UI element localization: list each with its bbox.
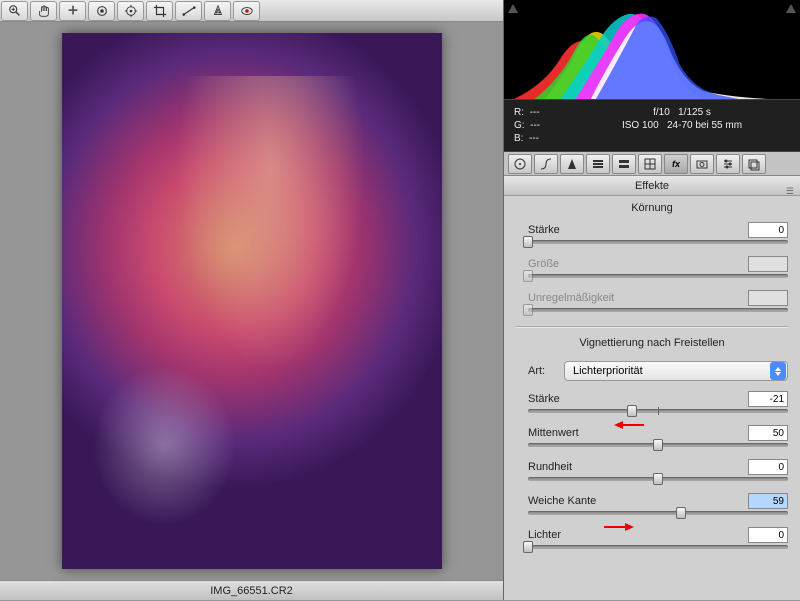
divider — [516, 326, 788, 327]
tab-fx[interactable]: fx — [664, 154, 688, 174]
exif-readout: R: --- G: --- B: --- f/10 1/125 s ISO 10… — [504, 100, 800, 152]
vignette-style-select[interactable]: Lichterpriorität — [564, 361, 788, 381]
tab-lens[interactable] — [638, 154, 662, 174]
iso-value: ISO 100 — [622, 120, 659, 131]
histogram[interactable] — [504, 0, 800, 100]
shutter-value: 1/125 s — [678, 107, 711, 118]
tab-split[interactable] — [612, 154, 636, 174]
g-label: G: — [514, 120, 525, 131]
tab-basic[interactable] — [508, 154, 532, 174]
panel-menu-icon[interactable]: ☰ — [786, 181, 794, 201]
g-value: --- — [530, 120, 540, 131]
tab-snapshots[interactable] — [742, 154, 766, 174]
grain-rough-label: Unregelmäßigkeit — [528, 292, 614, 304]
vignette-header: Vignettierung nach Freistellen — [504, 331, 800, 355]
vignette-midpoint-label: Mittenwert — [528, 427, 579, 439]
panel-tabs: fx — [504, 152, 800, 176]
vignette-midpoint-slider[interactable] — [528, 443, 788, 447]
vignette-feather-slider[interactable] — [528, 511, 788, 515]
effects-panel-header: Effekte ☰ — [504, 176, 800, 196]
vignette-highlights-input[interactable] — [748, 527, 788, 543]
grain-strength-label: Stärke — [528, 224, 560, 236]
grain-strength-input[interactable] — [748, 222, 788, 238]
vignette-roundness-slider[interactable] — [528, 477, 788, 481]
straighten-tool[interactable] — [175, 1, 202, 21]
aperture-value: f/10 — [653, 107, 670, 118]
preview-image — [62, 33, 442, 569]
tab-hsl[interactable] — [586, 154, 610, 174]
filename-bar: IMG_66551.CR2 — [0, 580, 503, 600]
b-label: B: — [514, 133, 523, 144]
main-toolbar — [0, 0, 503, 22]
vignette-art-label: Art: — [528, 365, 564, 377]
tab-curve[interactable] — [534, 154, 558, 174]
tab-camera[interactable] — [690, 154, 714, 174]
spot-removal-tool[interactable] — [204, 1, 231, 21]
vignette-strength-label: Stärke — [528, 393, 560, 405]
vignette-roundness-label: Rundheit — [528, 461, 572, 473]
color-sampler-tool[interactable] — [88, 1, 115, 21]
lens-value: 24-70 bei 55 mm — [667, 120, 742, 131]
vignette-feather-input[interactable] — [748, 493, 788, 509]
r-value: --- — [530, 107, 540, 118]
zoom-tool[interactable] — [1, 1, 28, 21]
vignette-highlights-label: Lichter — [528, 529, 561, 541]
b-value: --- — [529, 133, 539, 144]
grain-rough-input — [748, 290, 788, 306]
redeye-tool[interactable] — [233, 1, 260, 21]
grain-size-slider — [528, 274, 788, 278]
vignette-roundness-input[interactable] — [748, 459, 788, 475]
dropdown-arrows-icon — [770, 362, 786, 380]
grain-strength-slider[interactable] — [528, 240, 788, 244]
vignette-strength-slider[interactable] — [528, 409, 788, 413]
vignette-feather-label: Weiche Kante — [528, 495, 596, 507]
vignette-strength-input[interactable] — [748, 391, 788, 407]
white-balance-tool[interactable] — [59, 1, 86, 21]
crop-tool[interactable] — [146, 1, 173, 21]
tab-presets[interactable] — [716, 154, 740, 174]
vignette-midpoint-input[interactable] — [748, 425, 788, 441]
tab-detail[interactable] — [560, 154, 584, 174]
vignette-highlights-slider[interactable] — [528, 545, 788, 549]
image-canvas[interactable] — [0, 22, 503, 580]
grain-size-input — [748, 256, 788, 272]
hand-tool[interactable] — [30, 1, 57, 21]
grain-size-label: Größe — [528, 258, 559, 270]
targeted-adjust-tool[interactable] — [117, 1, 144, 21]
grain-header: Körnung — [504, 196, 800, 220]
grain-rough-slider — [528, 308, 788, 312]
r-label: R: — [514, 107, 524, 118]
